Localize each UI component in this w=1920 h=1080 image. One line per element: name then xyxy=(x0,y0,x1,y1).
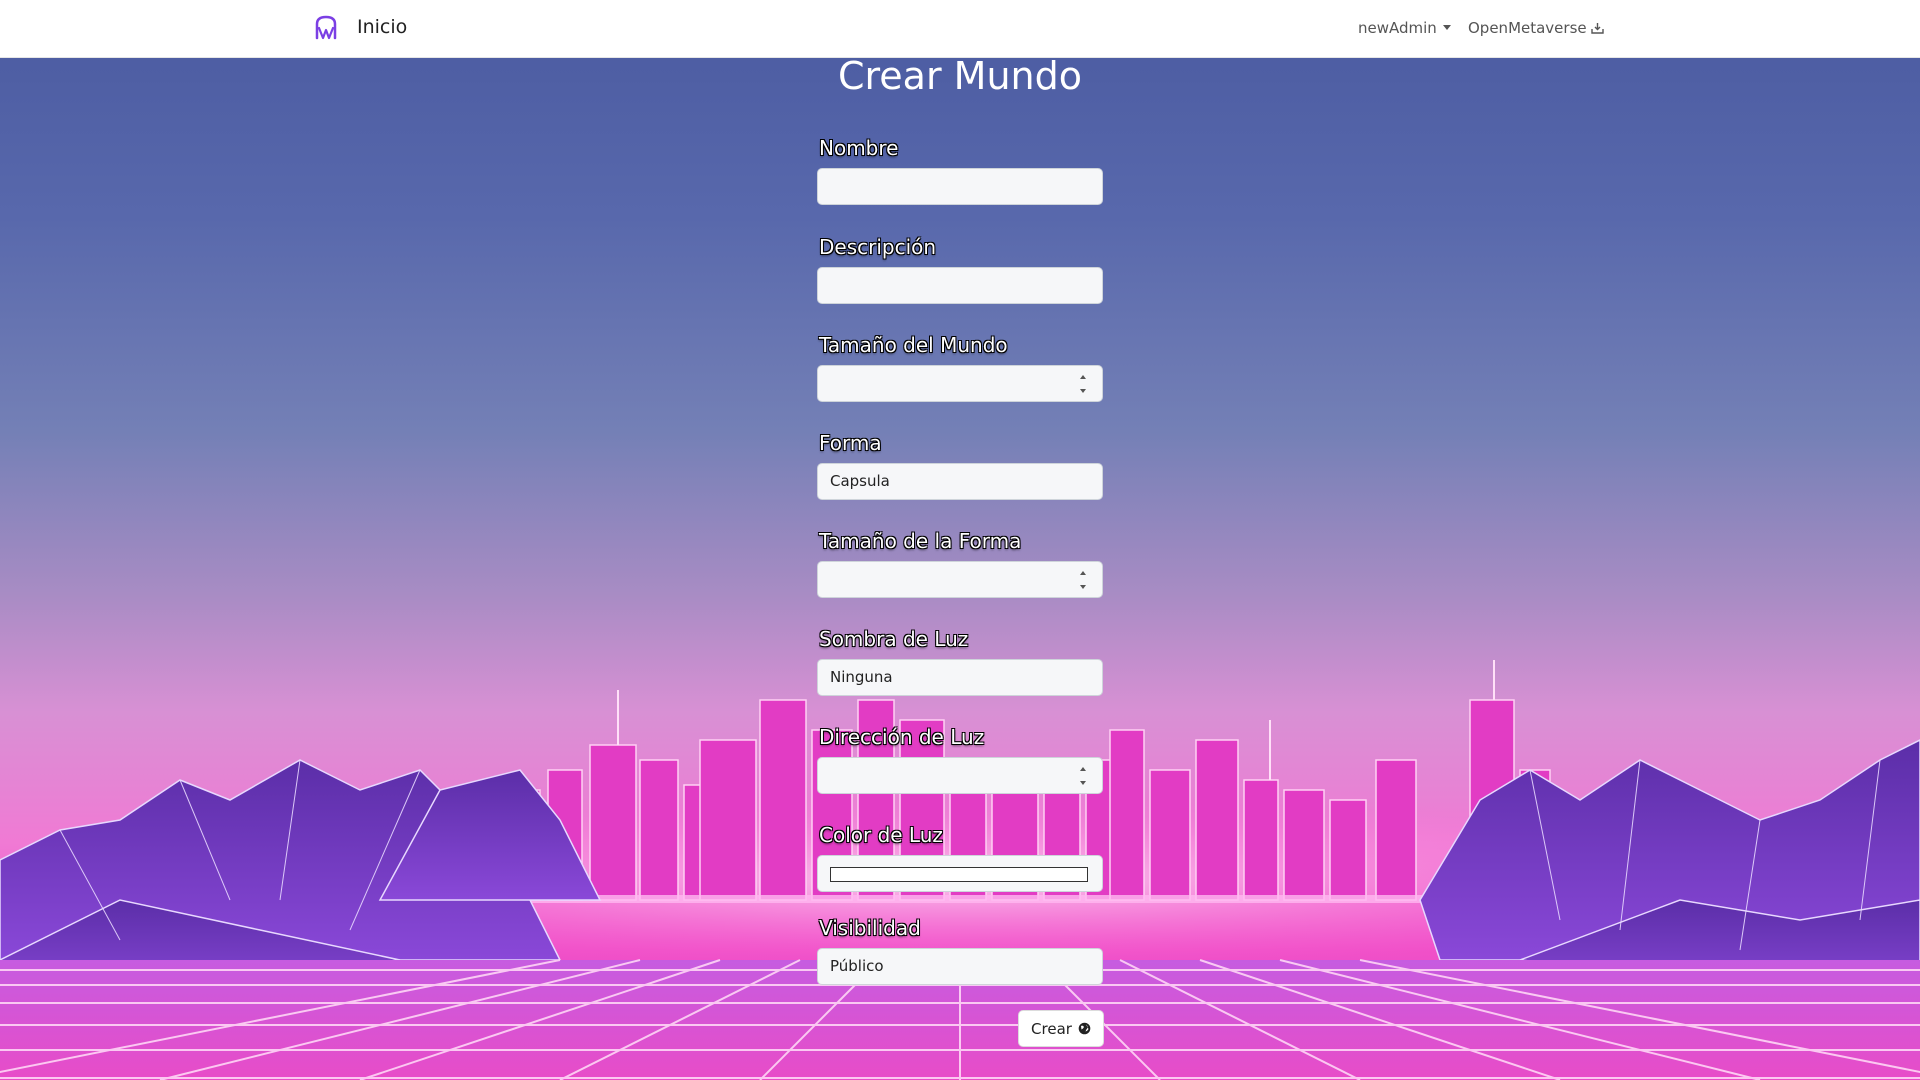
color-luz-picker[interactable] xyxy=(817,855,1103,892)
home-link[interactable]: Inicio xyxy=(357,16,407,38)
globe-icon xyxy=(1078,1022,1091,1035)
openmetaverse-label: OpenMetaverse xyxy=(1468,19,1587,37)
crear-button[interactable]: Crear xyxy=(1018,1010,1104,1047)
label-sombra-luz: Sombra de Luz xyxy=(819,627,969,651)
crear-button-label: Crear xyxy=(1031,1019,1072,1038)
user-menu-dropdown[interactable]: newAdmin xyxy=(1358,19,1451,37)
label-direccion-luz: Dirección de Luz xyxy=(819,725,985,749)
label-color-luz: Color de Luz xyxy=(819,823,943,847)
descripcion-input[interactable] xyxy=(817,267,1103,304)
openmetaverse-link[interactable]: OpenMetaverse xyxy=(1468,19,1604,37)
number-spinner-icon[interactable] xyxy=(1077,767,1089,785)
forma-select[interactable]: Capsula xyxy=(817,463,1103,500)
color-swatch[interactable] xyxy=(830,867,1088,882)
direccion-luz-input[interactable] xyxy=(817,757,1103,794)
user-menu-label: newAdmin xyxy=(1358,19,1437,37)
label-forma: Forma xyxy=(819,431,882,455)
label-tamano-mundo: Tamaño del Mundo xyxy=(819,333,1008,357)
metaverse-logo-icon[interactable] xyxy=(313,14,339,42)
page-title: Crear Mundo xyxy=(837,54,1082,98)
label-nombre: Nombre xyxy=(819,136,899,160)
nombre-input[interactable] xyxy=(817,168,1103,205)
label-descripcion: Descripción xyxy=(819,235,937,259)
visibilidad-select[interactable]: Público xyxy=(817,948,1103,985)
number-spinner-icon[interactable] xyxy=(1077,375,1089,393)
number-spinner-icon[interactable] xyxy=(1077,571,1089,589)
caret-down-icon xyxy=(1442,25,1451,30)
tamano-forma-input[interactable] xyxy=(817,561,1103,598)
download-icon xyxy=(1590,23,1604,34)
sombra-luz-select[interactable]: Ninguna xyxy=(817,659,1103,696)
label-tamano-forma: Tamaño de la Forma xyxy=(819,529,1022,553)
top-navbar: Inicio newAdmin OpenMetaverse xyxy=(0,0,1920,58)
label-visibilidad: Visibilidad xyxy=(819,916,921,940)
tamano-mundo-input[interactable] xyxy=(817,365,1103,402)
